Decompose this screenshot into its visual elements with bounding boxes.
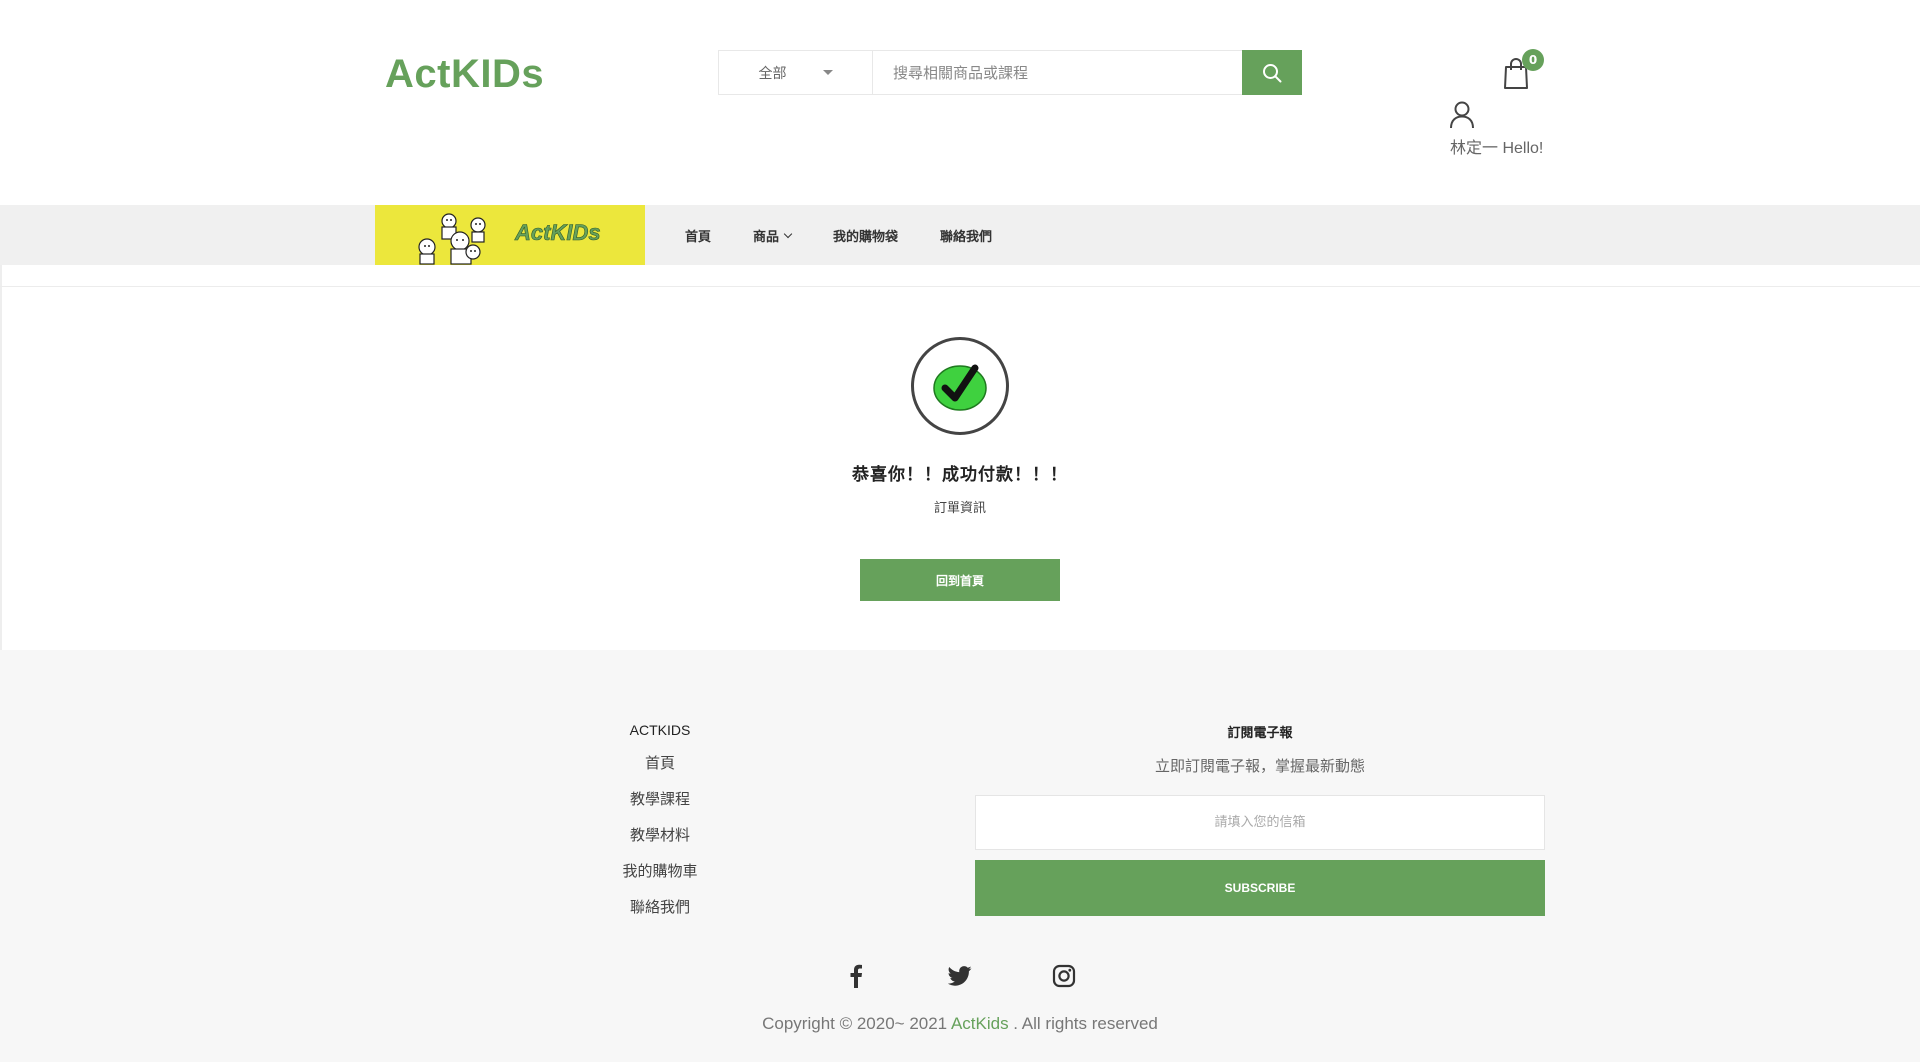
footer-links: ACTKIDS 首頁 教學課程 教學材料 我的購物車 聯絡我們 [560, 722, 760, 932]
nav-item-label: 我的購物袋 [833, 229, 899, 245]
copyright-prefix: Copyright © 2020~ 2021 [762, 1014, 951, 1033]
copyright-suffix: . All rights reserved [1008, 1014, 1158, 1033]
nav-item-products[interactable]: 商品 [753, 226, 793, 245]
footer-link-courses[interactable]: 教學課程 [560, 788, 760, 824]
nav-item-label: 聯絡我們 [940, 229, 993, 245]
footer-link-cart[interactable]: 我的購物車 [560, 860, 760, 896]
search-icon [1263, 63, 1282, 82]
footer-link-contact[interactable]: 聯絡我們 [560, 896, 760, 932]
footer-heading: ACTKIDS [629, 722, 691, 738]
newsletter-email-input[interactable] [975, 795, 1545, 850]
search-bar: 全部 [718, 50, 1302, 95]
nav-logo-banner[interactable]: ActKIDs [375, 205, 645, 265]
success-badge [911, 337, 1009, 435]
twitter-icon[interactable] [946, 962, 974, 990]
user-icon[interactable] [1449, 101, 1475, 129]
nav-item-home[interactable]: 首頁 [685, 226, 711, 245]
success-title: 恭喜你！！成功付款！！！ [852, 465, 1068, 485]
instagram-icon[interactable] [1050, 962, 1078, 990]
search-category-label: 全部 [758, 65, 787, 82]
chevron-down-icon [783, 229, 793, 238]
caret-down-icon [822, 70, 833, 75]
newsletter-subtitle: 立即訂閱電子報，掌握最新動態 [1154, 757, 1365, 775]
footer: ACTKIDS 首頁 教學課程 教學材料 我的購物車 聯絡我們 訂閱電子報 立即… [0, 650, 1920, 1062]
nav-logo-text: ActKIDs [515, 220, 601, 246]
search-button[interactable] [1242, 50, 1302, 95]
site-logo[interactable]: ActKIDs [385, 52, 544, 97]
back-home-button[interactable]: 回到首頁 [860, 559, 1060, 601]
nav-bar: ActKIDs 首頁 商品 我的購物袋 聯絡我們 [0, 205, 1920, 265]
nav-item-label: 首頁 [685, 229, 712, 245]
newsletter: 訂閱電子報 立即訂閱電子報，掌握最新動態 SUBSCRIBE [975, 722, 1545, 916]
copyright-brand-link[interactable]: ActKids [951, 1014, 1009, 1033]
order-info-link[interactable]: 訂單資訊 [760, 497, 1160, 516]
newsletter-heading: 訂閱電子報 [1227, 726, 1293, 741]
footer-link-materials[interactable]: 教學材料 [560, 824, 760, 860]
nav-item-contact[interactable]: 聯絡我們 [940, 226, 992, 245]
facebook-icon[interactable] [842, 962, 870, 990]
nav-item-my-bag[interactable]: 我的購物袋 [833, 226, 898, 245]
header: ActKIDs 全部 0 林定一 Hello! [0, 0, 1920, 205]
copyright: Copyright © 2020~ 2021 ActKids . All rig… [0, 1014, 1920, 1034]
page: ActKIDs 全部 0 林定一 Hello! [0, 0, 1920, 1062]
user-greeting[interactable]: 林定一 Hello! [1450, 134, 1543, 158]
subscribe-button[interactable]: SUBSCRIBE [975, 860, 1545, 916]
nav-menu: 首頁 商品 我的購物袋 聯絡我們 [685, 205, 1034, 265]
search-category-select[interactable]: 全部 [719, 51, 873, 94]
footer-link-home[interactable]: 首頁 [560, 752, 760, 788]
cart-count-badge: 0 [1522, 49, 1544, 71]
checkmark-icon [933, 364, 987, 411]
search-input[interactable] [873, 51, 1242, 94]
nav-item-label: 商品 [753, 229, 780, 245]
divider [0, 286, 1920, 287]
